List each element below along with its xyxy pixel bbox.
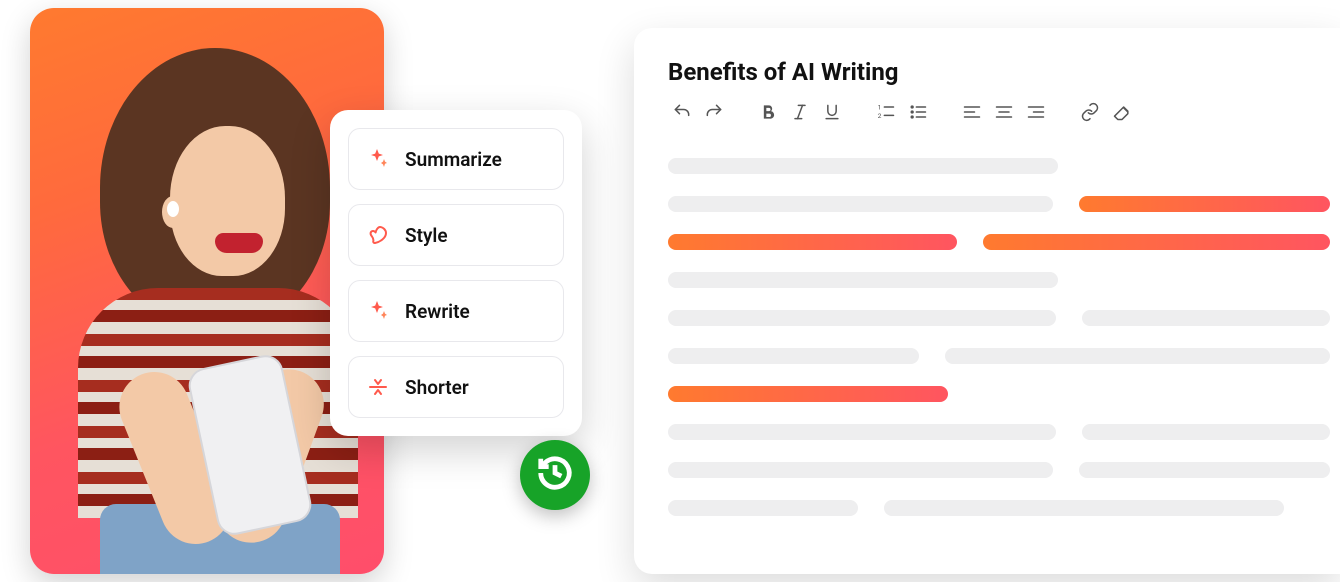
svg-text:1: 1 xyxy=(878,104,882,112)
undo-button[interactable] xyxy=(668,100,696,128)
ordered-list-button[interactable]: 12 xyxy=(872,100,900,128)
placeholder-text xyxy=(668,310,1056,326)
ai-action-rewrite[interactable]: Rewrite xyxy=(348,280,564,342)
placeholder-text xyxy=(668,424,1056,440)
placeholder-text xyxy=(884,500,1284,516)
bold-button[interactable] xyxy=(754,100,782,128)
ordered-list-icon: 12 xyxy=(876,102,896,126)
underline-button[interactable] xyxy=(818,100,846,128)
placeholder-text xyxy=(668,158,1058,174)
placeholder-text xyxy=(945,348,1330,364)
link-button[interactable] xyxy=(1076,100,1104,128)
align-right-button[interactable] xyxy=(1022,100,1050,128)
sparkle-icon xyxy=(365,146,391,172)
align-center-button[interactable] xyxy=(990,100,1018,128)
align-left-button[interactable] xyxy=(958,100,986,128)
placeholder-text xyxy=(668,348,919,364)
text-line xyxy=(668,310,1330,326)
svg-text:2: 2 xyxy=(878,112,882,120)
underline-icon xyxy=(822,102,842,126)
text-line xyxy=(668,272,1330,288)
ai-action-label: Rewrite xyxy=(405,300,470,323)
placeholder-text xyxy=(668,462,1053,478)
editor-title: Benefits of AI Writing xyxy=(668,58,1340,86)
history-badge[interactable] xyxy=(520,440,590,510)
ai-actions-menu: Summarize Style Rewrite Shorter xyxy=(330,110,582,436)
toolbar-group xyxy=(958,100,1050,128)
highlighted-text xyxy=(983,234,1330,250)
ai-action-shorter[interactable]: Shorter xyxy=(348,356,564,418)
link-icon xyxy=(1080,102,1100,126)
editor-body xyxy=(668,158,1340,516)
highlighted-text xyxy=(668,234,957,250)
text-line xyxy=(668,234,1330,250)
toolbar-group xyxy=(754,100,846,128)
editor-toolbar: 12 xyxy=(668,100,1340,128)
sparkle-icon xyxy=(365,298,391,324)
placeholder-text xyxy=(1082,424,1330,440)
italic-button[interactable] xyxy=(786,100,814,128)
placeholder-text xyxy=(668,500,858,516)
placeholder-text xyxy=(668,196,1053,212)
history-icon xyxy=(536,454,574,496)
text-line xyxy=(668,424,1330,440)
unordered-list-icon xyxy=(908,102,928,126)
align-right-icon xyxy=(1026,102,1046,126)
editor-panel: Benefits of AI Writing 12 xyxy=(634,28,1340,574)
placeholder-text xyxy=(1082,310,1330,326)
unordered-list-button[interactable] xyxy=(904,100,932,128)
toolbar-group xyxy=(1076,100,1136,128)
ai-action-label: Shorter xyxy=(405,376,469,399)
eraser-icon xyxy=(1112,102,1132,126)
toolbar-group xyxy=(668,100,728,128)
bold-icon xyxy=(758,102,778,126)
italic-icon xyxy=(790,102,810,126)
compress-icon xyxy=(365,374,391,400)
text-line xyxy=(668,500,1330,516)
highlighted-text xyxy=(668,386,948,402)
text-line xyxy=(668,386,1330,402)
placeholder-text xyxy=(668,272,1058,288)
text-line xyxy=(668,196,1330,212)
undo-icon xyxy=(672,102,692,126)
toolbar-group: 12 xyxy=(872,100,932,128)
ai-action-label: Style xyxy=(405,224,448,247)
text-line xyxy=(668,462,1330,478)
highlighted-text xyxy=(1079,196,1330,212)
text-line xyxy=(668,158,1330,174)
placeholder-text xyxy=(1079,462,1330,478)
redo-button[interactable] xyxy=(700,100,728,128)
ai-action-style[interactable]: Style xyxy=(348,204,564,266)
redo-icon xyxy=(704,102,724,126)
text-line xyxy=(668,348,1330,364)
align-left-icon xyxy=(962,102,982,126)
eraser-button[interactable] xyxy=(1108,100,1136,128)
ai-action-label: Summarize xyxy=(405,148,502,171)
align-center-icon xyxy=(994,102,1014,126)
brush-icon xyxy=(365,222,391,248)
ai-action-summarize[interactable]: Summarize xyxy=(348,128,564,190)
